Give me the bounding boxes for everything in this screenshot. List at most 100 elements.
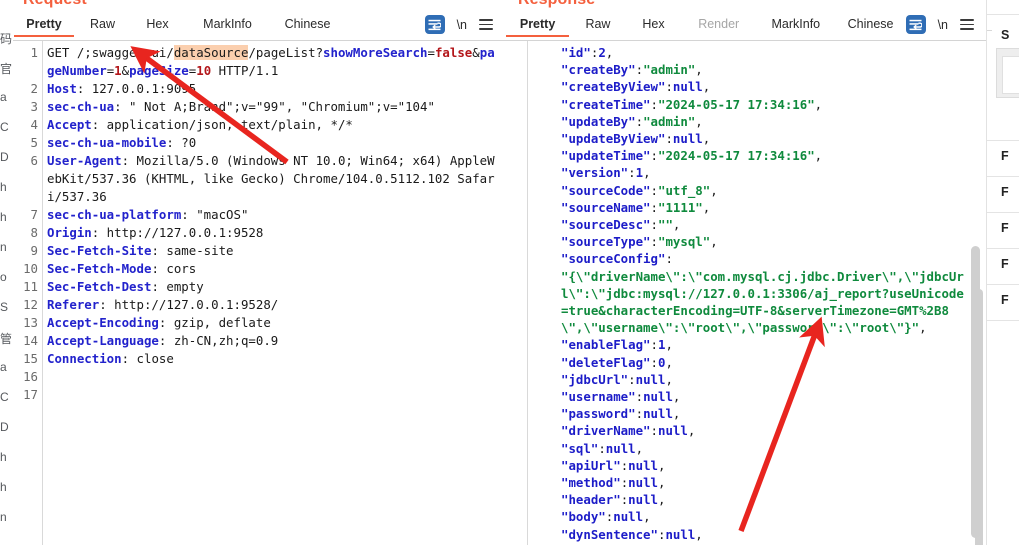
- json-value: null: [658, 423, 688, 439]
- line-number: .: [13, 188, 42, 206]
- right-panel-row-label[interactable]: F: [1001, 257, 1009, 271]
- panel-connector-line: [987, 30, 992, 31]
- response-tab-chinese[interactable]: Chinese: [836, 14, 906, 37]
- response-word-wrap-icon[interactable]: [905, 15, 926, 34]
- response-json-line: "createByView":null,: [561, 79, 711, 95]
- tab-markinfo[interactable]: MarkInfo: [185, 14, 270, 37]
- request-line: Sec-Fetch-Site: same-site: [47, 243, 234, 258]
- json-key: "dynSentence": [561, 526, 658, 542]
- json-key: "version": [561, 165, 629, 181]
- response-code-area[interactable]: "id":2, "createBy":"admin", "createByView"…: [505, 41, 986, 545]
- json-key: "updateBy": [561, 113, 636, 129]
- request-line: Connection: close: [47, 351, 174, 366]
- line-number: 11: [23, 279, 38, 294]
- left-fragment: h: [0, 180, 7, 194]
- response-json-content[interactable]: "id":2, "createBy":"admin", "createByView"…: [539, 41, 964, 543]
- left-fragment: a: [0, 360, 7, 374]
- panel-divider: [987, 248, 1019, 249]
- line-number: 17: [23, 387, 38, 402]
- json-key: "username": [561, 389, 636, 405]
- tab-raw[interactable]: Raw: [75, 14, 130, 37]
- line-number: 1: [30, 45, 38, 60]
- json-value: 1: [635, 165, 644, 181]
- response-json-line: "method":null,: [561, 475, 666, 491]
- left-fragment: 管: [0, 332, 13, 346]
- request-raw-content[interactable]: GET /;swagger-ui/dataSource/pageList?sho…: [47, 41, 501, 368]
- response-json-line: "jdbcUrl":null,: [561, 371, 673, 387]
- response-json-line: "driverName":null,: [561, 423, 696, 439]
- response-json-line: "updateTime":"2024-05-17 17:34:16",: [561, 148, 823, 164]
- json-value: null: [635, 371, 666, 387]
- json-value: null: [643, 389, 673, 405]
- tab-chinese[interactable]: Chinese: [270, 14, 345, 37]
- left-fragment: 官: [0, 62, 13, 76]
- tab-hex[interactable]: Hex: [130, 14, 185, 37]
- right-panel-input[interactable]: [1002, 56, 1019, 94]
- json-key: "updateByView": [561, 131, 666, 147]
- line-number: .: [13, 170, 42, 188]
- tab-pretty[interactable]: Pretty: [13, 14, 75, 37]
- right-panel-row-label[interactable]: F: [1001, 185, 1009, 199]
- line-number: 10: [23, 261, 38, 276]
- right-panel-section-label: S: [1001, 28, 1010, 42]
- word-wrap-icon[interactable]: [424, 15, 445, 34]
- response-tab-markinfo[interactable]: MarkInfo: [756, 14, 836, 37]
- page-vertical-scrollbar[interactable]: [971, 246, 980, 538]
- json-key: "header": [561, 492, 621, 508]
- response-json-line: "header":null,: [561, 492, 666, 508]
- json-key: "createBy": [561, 62, 636, 78]
- response-json-line: "dynSentence":null,: [561, 526, 703, 542]
- response-hamburger-menu-icon[interactable]: [960, 19, 974, 30]
- burp-suite-request-response-view: 码官aCDhhnoS管aCDhhn Request Pretty Raw Hex…: [0, 0, 1019, 545]
- json-key: "deleteFlag": [561, 354, 651, 370]
- response-tab-hex[interactable]: Hex: [626, 14, 682, 37]
- line-number: 6: [30, 153, 38, 168]
- hamburger-menu-icon[interactable]: [479, 19, 493, 30]
- panel-divider: [987, 14, 1019, 15]
- request-line: sec-ch-ua-mobile: ?0: [47, 135, 197, 150]
- json-value: "utf_8": [658, 182, 711, 198]
- json-key: "apiUrl": [561, 457, 621, 473]
- response-json-line: "createBy":"admin",: [561, 62, 703, 78]
- left-clipped-column: 码官aCDhhnoS管aCDhhn: [0, 0, 13, 545]
- response-tab-icons: \n: [905, 14, 986, 34]
- request-line: Accept-Encoding: gzip, deflate: [47, 315, 271, 330]
- json-value: "admin": [643, 113, 696, 129]
- response-tab-raw[interactable]: Raw: [570, 14, 626, 37]
- json-key: "sql": [561, 440, 599, 456]
- json-key: "enableFlag": [561, 337, 651, 353]
- line-number: 13: [23, 315, 38, 330]
- json-value: 2: [598, 45, 606, 60]
- right-panel-row-label[interactable]: F: [1001, 293, 1009, 307]
- response-json-line: "createTime":"2024-05-17 17:34:16",: [561, 96, 823, 112]
- left-fragment: D: [0, 420, 9, 434]
- json-key: "sourceDesc": [561, 217, 651, 233]
- right-panel-row-label[interactable]: F: [1001, 149, 1009, 163]
- json-value: null: [643, 406, 673, 422]
- response-newline-toggle-icon[interactable]: \n: [938, 18, 948, 32]
- request-code-area[interactable]: 1.23456..7891011121314151617 GET /;swagg…: [13, 41, 505, 545]
- line-number: .: [13, 62, 42, 80]
- panel-divider: [987, 320, 1019, 321]
- json-key: "createByView": [561, 79, 666, 95]
- panel-divider: [987, 284, 1019, 285]
- json-key: "sourceName": [561, 199, 651, 215]
- response-gutter: [505, 41, 528, 545]
- json-key: "sourceConfig": [561, 251, 666, 267]
- response-json-line: "sourceDesc":"",: [561, 217, 681, 233]
- line-number: 14: [23, 333, 38, 348]
- line-number: 7: [30, 207, 38, 222]
- response-tab-render[interactable]: Render: [681, 14, 756, 37]
- request-pane: Request Pretty Raw Hex MarkInfo Chinese …: [13, 0, 505, 545]
- json-key: "sourceType": [561, 234, 651, 250]
- right-panel-row-label[interactable]: F: [1001, 221, 1009, 235]
- response-tab-raw-label: Raw: [585, 17, 611, 31]
- newline-toggle-icon[interactable]: \n: [457, 18, 467, 32]
- line-number: 2: [30, 81, 38, 96]
- response-tab-pretty[interactable]: Pretty: [505, 14, 570, 37]
- left-fragment: o: [0, 270, 7, 284]
- request-line: sec-ch-ua: " Not A;Brand";v="99", "Chrom…: [47, 99, 435, 114]
- response-tab-render-label: Render: [698, 17, 740, 31]
- request-line: Sec-Fetch-Dest: empty: [47, 279, 204, 294]
- response-pane: Response Pretty Raw Hex Render MarkInfo …: [505, 0, 986, 545]
